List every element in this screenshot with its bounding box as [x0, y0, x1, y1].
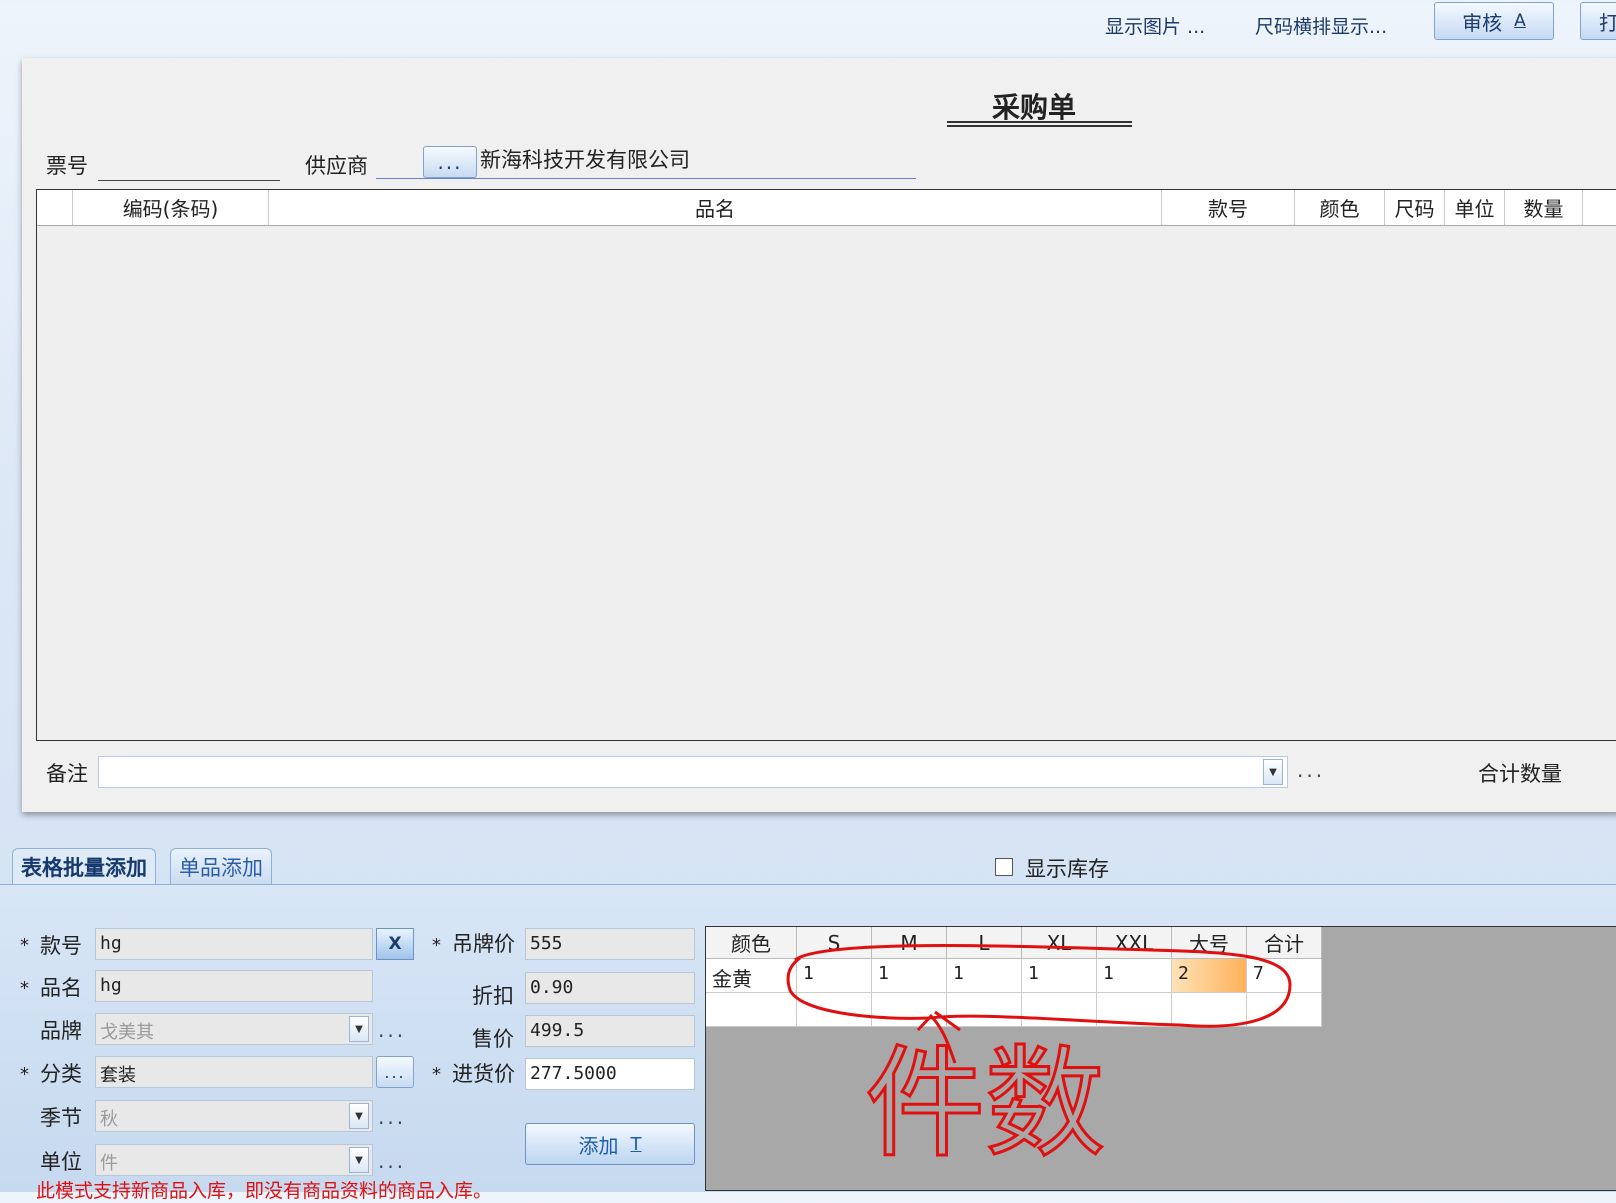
size-col-s: S [797, 927, 872, 959]
tag-price-label: 吊牌价 [452, 932, 515, 956]
size-cell-large[interactable]: 2 [1172, 959, 1247, 993]
cost-input[interactable]: 277.5000 [525, 1058, 695, 1090]
size-cell-m[interactable]: 1 [872, 959, 947, 993]
col-style[interactable]: 款号 [1162, 190, 1295, 225]
unit-more-button[interactable]: ... [378, 1149, 406, 1173]
tag-price-input[interactable]: 555 [525, 928, 695, 960]
season-dropdown-icon[interactable]: ▼ [349, 1103, 369, 1129]
top-toolbar: 显示图片 ... 尺码横排显示... 审核 A 打 [0, 0, 1616, 58]
size-cell-s[interactable]: 1 [797, 959, 872, 993]
required-mark: * [432, 935, 441, 956]
season-label: 季节 [40, 1106, 82, 1130]
size-cell-xxl[interactable]: 1 [1097, 959, 1172, 993]
discount-label: 折扣 [472, 984, 514, 1008]
size-cell-l[interactable]: 1 [947, 959, 1022, 993]
size-empty-cell[interactable] [1172, 993, 1247, 1027]
size-empty-cell[interactable] [872, 993, 947, 1027]
category-input[interactable]: 套装 [95, 1056, 373, 1088]
size-cell-total: 7 [1247, 959, 1322, 993]
col-code[interactable]: 编码(条码) [73, 190, 269, 225]
supplier-lookup-button[interactable]: ... [423, 146, 477, 178]
remark-input[interactable] [98, 756, 1288, 788]
sale-price-label: 售价 [472, 1027, 514, 1051]
size-empty-cell[interactable] [1022, 993, 1097, 1027]
name-label: 品名 [40, 976, 82, 1000]
size-horizontal-link[interactable]: 尺码横排显示... [1255, 12, 1387, 39]
remark-label: 备注 [46, 762, 88, 786]
season-more-button[interactable]: ... [378, 1105, 406, 1129]
row-selector-header [37, 190, 73, 225]
brand-more-button[interactable]: ... [378, 1018, 406, 1042]
size-col-m: M [872, 927, 947, 959]
next-button[interactable]: 打 [1580, 2, 1616, 40]
sale-price-input[interactable]: 499.5 [525, 1015, 695, 1047]
audit-button[interactable]: 审核 A [1434, 2, 1554, 40]
ticket-label: 票号 [46, 154, 88, 178]
size-empty-cell[interactable] [797, 993, 872, 1027]
brand-dropdown-icon[interactable]: ▼ [349, 1016, 369, 1042]
category-more-button[interactable]: ... [376, 1056, 414, 1088]
audit-hotkey: A [1514, 11, 1526, 31]
cost-label: 进货价 [452, 1062, 515, 1086]
required-mark: * [20, 1064, 29, 1085]
col-color[interactable]: 颜色 [1295, 190, 1385, 225]
unit-select[interactable]: 件 [95, 1144, 373, 1176]
tab-batch-add[interactable]: 表格批量添加 [12, 848, 156, 884]
category-label: 分类 [40, 1062, 82, 1086]
name-input[interactable]: hg [95, 970, 373, 1002]
col-name[interactable]: 品名 [269, 190, 1162, 225]
page-title: 采购单 [992, 91, 1077, 124]
purchase-order-panel: 采购单 票号 供应商 ... 新海科技开发有限公司 编码(条码) 品名 款号 颜… [22, 58, 1616, 812]
size-matrix-grid[interactable]: 颜色 S M L XL XXL 大号 合计 金黄 1 1 1 1 1 2 7 [705, 926, 1616, 1191]
required-mark: * [432, 1064, 441, 1085]
add-button[interactable]: 添加 T [525, 1123, 695, 1165]
size-col-xxl: XXL [1097, 927, 1172, 959]
size-col-l: L [947, 927, 1022, 959]
size-col-xl: XL [1022, 927, 1097, 959]
show-stock-label: 显示库存 [1025, 857, 1109, 881]
brand-label: 品牌 [40, 1019, 82, 1043]
required-mark: * [20, 935, 29, 956]
show-image-link[interactable]: 显示图片 ... [1105, 12, 1205, 39]
ticket-input[interactable] [98, 158, 280, 181]
remark-more-button[interactable]: ... [1297, 758, 1325, 782]
size-empty-cell[interactable] [1247, 993, 1322, 1027]
items-table-header: 编码(条码) 品名 款号 颜色 尺码 单位 数量 [37, 190, 1616, 226]
style-input[interactable]: hg [95, 928, 373, 960]
title-underline [947, 121, 1132, 123]
size-empty-cell[interactable] [947, 993, 1022, 1027]
next-label: 打 [1599, 10, 1616, 35]
size-col-large: 大号 [1172, 927, 1247, 959]
brand-select[interactable]: 戈美其 [95, 1013, 373, 1045]
required-mark: * [20, 978, 29, 999]
supplier-label: 供应商 [305, 154, 368, 178]
size-cell-xl[interactable]: 1 [1022, 959, 1097, 993]
col-size[interactable]: 尺码 [1385, 190, 1445, 225]
supplier-value: 新海科技开发有限公司 [480, 148, 690, 172]
season-select[interactable]: 秋 [95, 1100, 373, 1132]
discount-input[interactable]: 0.90 [525, 972, 695, 1004]
batch-mode-note: 此模式支持新商品入库，即没有商品资料的商品入库。 [36, 1180, 493, 1202]
size-empty-cell[interactable] [706, 993, 797, 1027]
audit-label: 审核 [1462, 10, 1503, 35]
size-col-total: 合计 [1247, 927, 1322, 959]
col-qty[interactable]: 数量 [1505, 190, 1583, 225]
style-label: 款号 [40, 934, 82, 958]
add-label: 添加 [578, 1133, 619, 1158]
unit-label: 单位 [40, 1150, 82, 1174]
size-row-color: 金黄 [706, 959, 797, 993]
total-qty-label: 合计数量 [1478, 762, 1562, 786]
tab-single-add[interactable]: 单品添加 [170, 848, 272, 884]
unit-dropdown-icon[interactable]: ▼ [349, 1147, 369, 1173]
size-empty-cell[interactable] [1097, 993, 1172, 1027]
size-col-color: 颜色 [706, 927, 797, 959]
remark-dropdown-icon[interactable]: ▼ [1263, 759, 1283, 785]
clear-style-button[interactable]: X [376, 928, 414, 960]
add-hotkey: T [630, 1133, 642, 1155]
add-mode-tabs: 表格批量添加 单品添加 [0, 848, 1616, 884]
col-unit[interactable]: 单位 [1445, 190, 1505, 225]
title-underline-2 [947, 125, 1132, 127]
show-stock-checkbox[interactable] [995, 858, 1013, 876]
items-table[interactable]: 编码(条码) 品名 款号 颜色 尺码 单位 数量 [36, 189, 1616, 741]
